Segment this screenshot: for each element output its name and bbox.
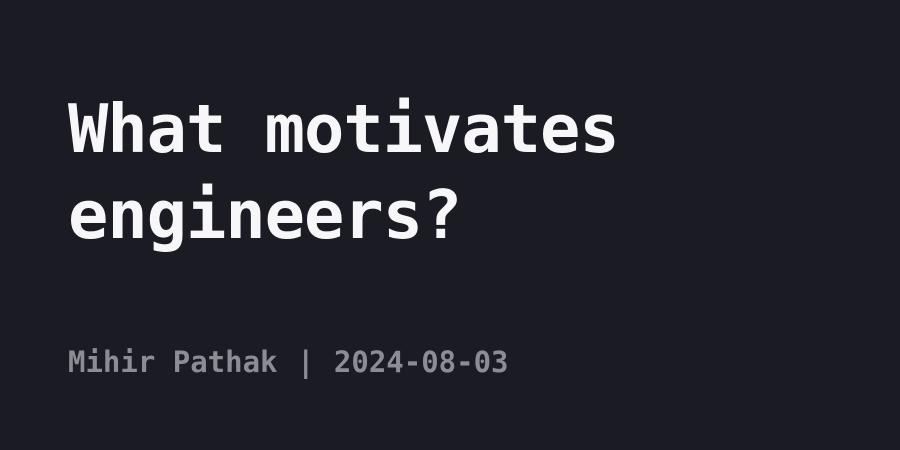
post-preview-card: What motivates engineers? Mihir Pathak |… bbox=[0, 0, 900, 450]
meta-separator: | bbox=[296, 345, 315, 379]
post-meta: Mihir Pathak | 2024-08-03 bbox=[68, 342, 509, 382]
post-title: What motivates engineers? bbox=[68, 90, 620, 254]
post-date: 2024-08-03 bbox=[333, 345, 509, 379]
author-name: Mihir Pathak bbox=[68, 345, 278, 379]
